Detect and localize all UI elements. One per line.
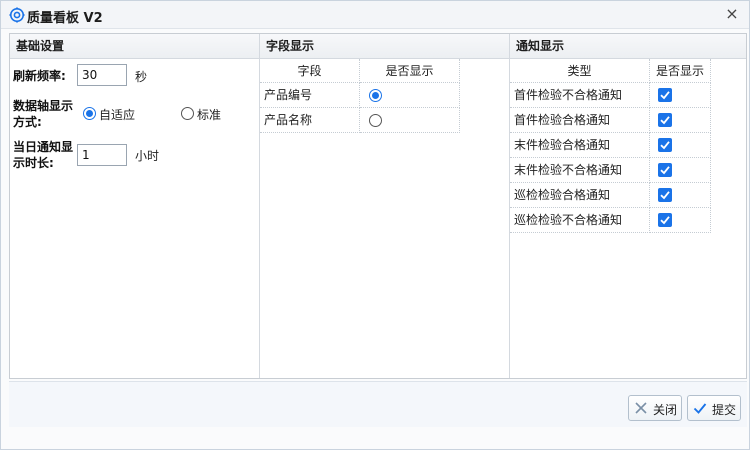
notify-type-column-header: 类型 xyxy=(510,59,650,83)
notify-display-header: 通知显示 xyxy=(510,34,746,59)
notify-row-visible-cell xyxy=(650,183,711,208)
axis-mode-label-line2: 方式: xyxy=(13,115,42,129)
notify-visible-column-header: 是否显示 xyxy=(650,59,711,83)
field-row-name: 产品名称 xyxy=(260,108,360,133)
notify-duration-unit: 小时 xyxy=(135,149,160,163)
notify-row-name: 首件检验不合格通知 xyxy=(510,83,650,108)
notify-row-visible-cell xyxy=(650,83,711,108)
axis-mode-standard-label: 标准 xyxy=(197,108,222,122)
refresh-rate-label: 刷新频率: xyxy=(13,69,66,83)
field-display-header: 字段显示 xyxy=(260,34,509,59)
field-display-panel: 字段显示 字段 是否显示 产品编号 产品名称 xyxy=(260,34,510,378)
check-icon xyxy=(693,401,707,415)
notify-duration-label-line2: 示时长: xyxy=(13,156,54,170)
axis-mode-standard-radio[interactable] xyxy=(181,107,194,120)
submit-button-label: 提交 xyxy=(712,403,737,417)
notify-row-visible-cell xyxy=(650,208,711,233)
axis-mode-label-line1: 数据轴显示 xyxy=(13,99,74,113)
notify-visible-checkbox[interactable] xyxy=(658,113,672,127)
basic-settings-header: 基础设置 xyxy=(10,34,259,59)
refresh-rate-input[interactable] xyxy=(77,64,127,86)
notify-row-name: 首件检验合格通知 xyxy=(510,108,650,133)
axis-mode-adaptive-radio[interactable] xyxy=(83,107,96,120)
close-button[interactable]: 关闭 xyxy=(628,395,682,421)
field-visible-column-header: 是否显示 xyxy=(360,59,460,83)
field-visible-radio[interactable] xyxy=(369,89,382,102)
notify-visible-checkbox[interactable] xyxy=(658,138,672,152)
notify-duration-label-line1: 当日通知显 xyxy=(13,140,74,154)
field-column-header: 字段 xyxy=(260,59,360,83)
notify-row-name: 巡检检验合格通知 xyxy=(510,183,650,208)
window-title: 质量看板 V2 xyxy=(27,11,103,26)
notify-row-visible-cell xyxy=(650,108,711,133)
notify-row-name: 巡检检验不合格通知 xyxy=(510,208,650,233)
submit-button[interactable]: 提交 xyxy=(687,395,741,421)
notify-visible-checkbox[interactable] xyxy=(658,163,672,177)
field-row-visible-cell xyxy=(360,83,460,108)
notify-row-name: 末件检验合格通知 xyxy=(510,133,650,158)
close-icon xyxy=(634,401,648,415)
field-visible-radio[interactable] xyxy=(369,114,382,127)
notify-visible-checkbox[interactable] xyxy=(658,88,672,102)
field-row-name: 产品编号 xyxy=(260,83,360,108)
title-bar[interactable]: 质量看板 V2 × xyxy=(1,1,749,29)
notify-row-name: 末件检验不合格通知 xyxy=(510,158,650,183)
axis-mode-adaptive-label: 自适应 xyxy=(99,108,136,122)
notify-duration-input[interactable] xyxy=(77,144,127,166)
notify-display-panel: 通知显示 类型 是否显示 首件检验不合格通知 首件检验合格通知 末件检验合格通知 末件… xyxy=(510,34,746,378)
notify-row-visible-cell xyxy=(650,133,711,158)
basic-settings-panel: 基础设置 刷新频率: 秒 数据轴显示 方式: 自适应 标准 当日通知显 示时长:… xyxy=(10,34,260,378)
field-row-visible-cell xyxy=(360,108,460,133)
notify-visible-checkbox[interactable] xyxy=(658,188,672,202)
refresh-rate-unit: 秒 xyxy=(135,70,148,84)
notify-visible-checkbox[interactable] xyxy=(658,213,672,227)
close-button-label: 关闭 xyxy=(653,403,678,417)
notify-row-visible-cell xyxy=(650,158,711,183)
settings-content: 基础设置 刷新频率: 秒 数据轴显示 方式: 自适应 标准 当日通知显 示时长:… xyxy=(9,33,747,379)
dialog-window: 质量看板 V2 × 基础设置 刷新频率: 秒 数据轴显示 方式: 自适应 标准 … xyxy=(0,0,750,450)
gear-icon xyxy=(9,7,25,23)
close-icon[interactable]: × xyxy=(723,5,741,23)
